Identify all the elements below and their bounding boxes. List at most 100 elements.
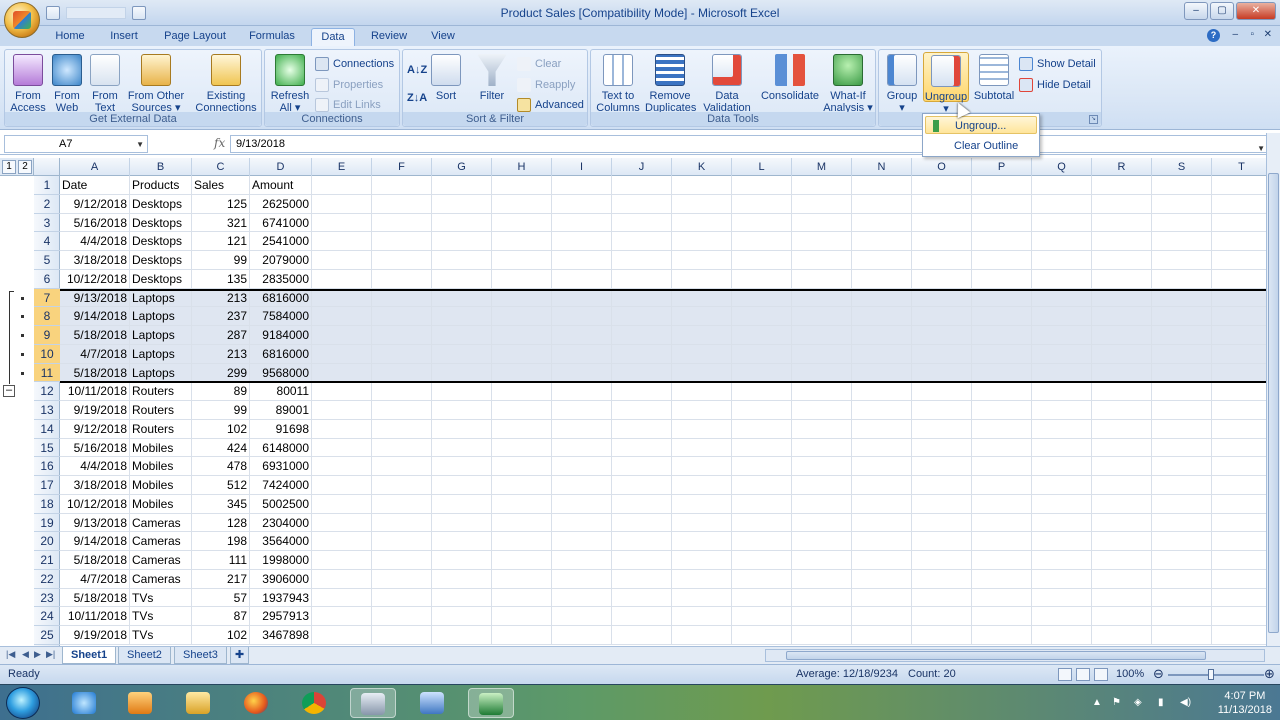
vertical-scroll-thumb[interactable]: [1268, 173, 1279, 633]
cell-h4[interactable]: [492, 232, 552, 251]
cell-s9[interactable]: [1152, 326, 1212, 345]
cell-p19[interactable]: [972, 513, 1032, 533]
cell-p11[interactable]: [972, 363, 1032, 383]
expand-formula-icon[interactable]: ▼: [1257, 141, 1265, 157]
tray-flag-icon[interactable]: ⚑: [1112, 697, 1121, 708]
cell-h13[interactable]: [492, 401, 552, 420]
cell-d7[interactable]: 6816000: [250, 288, 312, 308]
cell-h21[interactable]: [492, 551, 552, 570]
cell-d8[interactable]: 7584000: [250, 307, 312, 326]
cell-t24[interactable]: [1212, 607, 1266, 626]
cell-m21[interactable]: [792, 551, 852, 570]
cell-b1[interactable]: Products: [130, 176, 192, 195]
cell-s20[interactable]: [1152, 532, 1212, 551]
cell-n19[interactable]: [852, 513, 912, 533]
cell-l16[interactable]: [732, 457, 792, 476]
cell-f22[interactable]: [372, 569, 432, 589]
connections-button[interactable]: Connections: [315, 56, 394, 72]
cell-f8[interactable]: [372, 307, 432, 326]
cell-j2[interactable]: [612, 194, 672, 214]
cell-m1[interactable]: [792, 176, 852, 195]
cell-h6[interactable]: [492, 269, 552, 289]
cell-l11[interactable]: [732, 363, 792, 383]
cell-c9[interactable]: 287: [192, 326, 250, 345]
cell-g2[interactable]: [432, 194, 492, 214]
cell-b23[interactable]: TVs: [130, 588, 192, 608]
cell-b2[interactable]: Desktops: [130, 194, 192, 214]
cell-p4[interactable]: [972, 232, 1032, 251]
cell-r20[interactable]: [1092, 532, 1152, 551]
cell-l15[interactable]: [732, 438, 792, 458]
cell-e5[interactable]: [312, 251, 372, 270]
cell-a19[interactable]: 9/13/2018: [60, 513, 130, 533]
cell-k1[interactable]: [672, 176, 732, 195]
cell-r24[interactable]: [1092, 607, 1152, 626]
cell-q6[interactable]: [1032, 269, 1092, 289]
cell-b8[interactable]: Laptops: [130, 307, 192, 326]
column-header-b[interactable]: B: [130, 158, 192, 176]
row-header-25[interactable]: 25: [34, 626, 60, 645]
cell-d10[interactable]: 6816000: [250, 344, 312, 364]
cell-k23[interactable]: [672, 588, 732, 608]
cell-r7[interactable]: [1092, 288, 1152, 308]
cell-s23[interactable]: [1152, 588, 1212, 608]
cell-h24[interactable]: [492, 607, 552, 626]
cell-e6[interactable]: [312, 269, 372, 289]
filter-button[interactable]: Filter: [475, 54, 509, 102]
cell-b18[interactable]: Mobiles: [130, 494, 192, 514]
cell-s13[interactable]: [1152, 401, 1212, 420]
cell-g8[interactable]: [432, 307, 492, 326]
cell-g14[interactable]: [432, 419, 492, 439]
cell-t16[interactable]: [1212, 457, 1266, 476]
cell-n14[interactable]: [852, 419, 912, 439]
cell-i11[interactable]: [552, 363, 612, 383]
cell-s12[interactable]: [1152, 382, 1212, 401]
cell-g22[interactable]: [432, 569, 492, 589]
cell-l22[interactable]: [732, 569, 792, 589]
from-text-button[interactable]: From Text: [87, 54, 123, 114]
cell-d2[interactable]: 2625000: [250, 194, 312, 214]
cell-f24[interactable]: [372, 607, 432, 626]
cell-k24[interactable]: [672, 607, 732, 626]
cell-e22[interactable]: [312, 569, 372, 589]
cell-o3[interactable]: [912, 213, 972, 233]
cell-m6[interactable]: [792, 269, 852, 289]
column-header-f[interactable]: F: [372, 158, 432, 176]
cell-q3[interactable]: [1032, 213, 1092, 233]
from-web-button[interactable]: From Web: [49, 54, 85, 114]
cell-j23[interactable]: [612, 588, 672, 608]
cell-p20[interactable]: [972, 532, 1032, 551]
cell-b5[interactable]: Desktops: [130, 251, 192, 270]
sort-button[interactable]: Sort: [431, 54, 461, 102]
cell-m3[interactable]: [792, 213, 852, 233]
cell-l9[interactable]: [732, 326, 792, 345]
cell-r25[interactable]: [1092, 626, 1152, 645]
cell-h1[interactable]: [492, 176, 552, 195]
cell-d20[interactable]: 3564000: [250, 532, 312, 551]
cell-e21[interactable]: [312, 551, 372, 570]
cell-t7[interactable]: [1212, 288, 1266, 308]
name-box[interactable]: A7 ▼: [4, 135, 148, 153]
ribbon-minimize-icon[interactable]: –: [1232, 29, 1238, 40]
cell-d22[interactable]: 3906000: [250, 569, 312, 589]
cell-g4[interactable]: [432, 232, 492, 251]
cell-e9[interactable]: [312, 326, 372, 345]
cell-p24[interactable]: [972, 607, 1032, 626]
cell-c15[interactable]: 424: [192, 438, 250, 458]
column-header-c[interactable]: C: [192, 158, 250, 176]
cell-i2[interactable]: [552, 194, 612, 214]
cell-q4[interactable]: [1032, 232, 1092, 251]
refresh-all-button[interactable]: Refresh All ▾: [269, 54, 311, 114]
cell-s11[interactable]: [1152, 363, 1212, 383]
cell-s10[interactable]: [1152, 344, 1212, 364]
cell-o1[interactable]: [912, 176, 972, 195]
cell-o10[interactable]: [912, 344, 972, 364]
cell-l20[interactable]: [732, 532, 792, 551]
cell-r21[interactable]: [1092, 551, 1152, 570]
cell-t14[interactable]: [1212, 420, 1266, 439]
cell-f15[interactable]: [372, 438, 432, 458]
cell-s22[interactable]: [1152, 569, 1212, 589]
cell-i25[interactable]: [552, 626, 612, 645]
cell-g5[interactable]: [432, 251, 492, 270]
tab-data[interactable]: Data: [311, 28, 355, 46]
